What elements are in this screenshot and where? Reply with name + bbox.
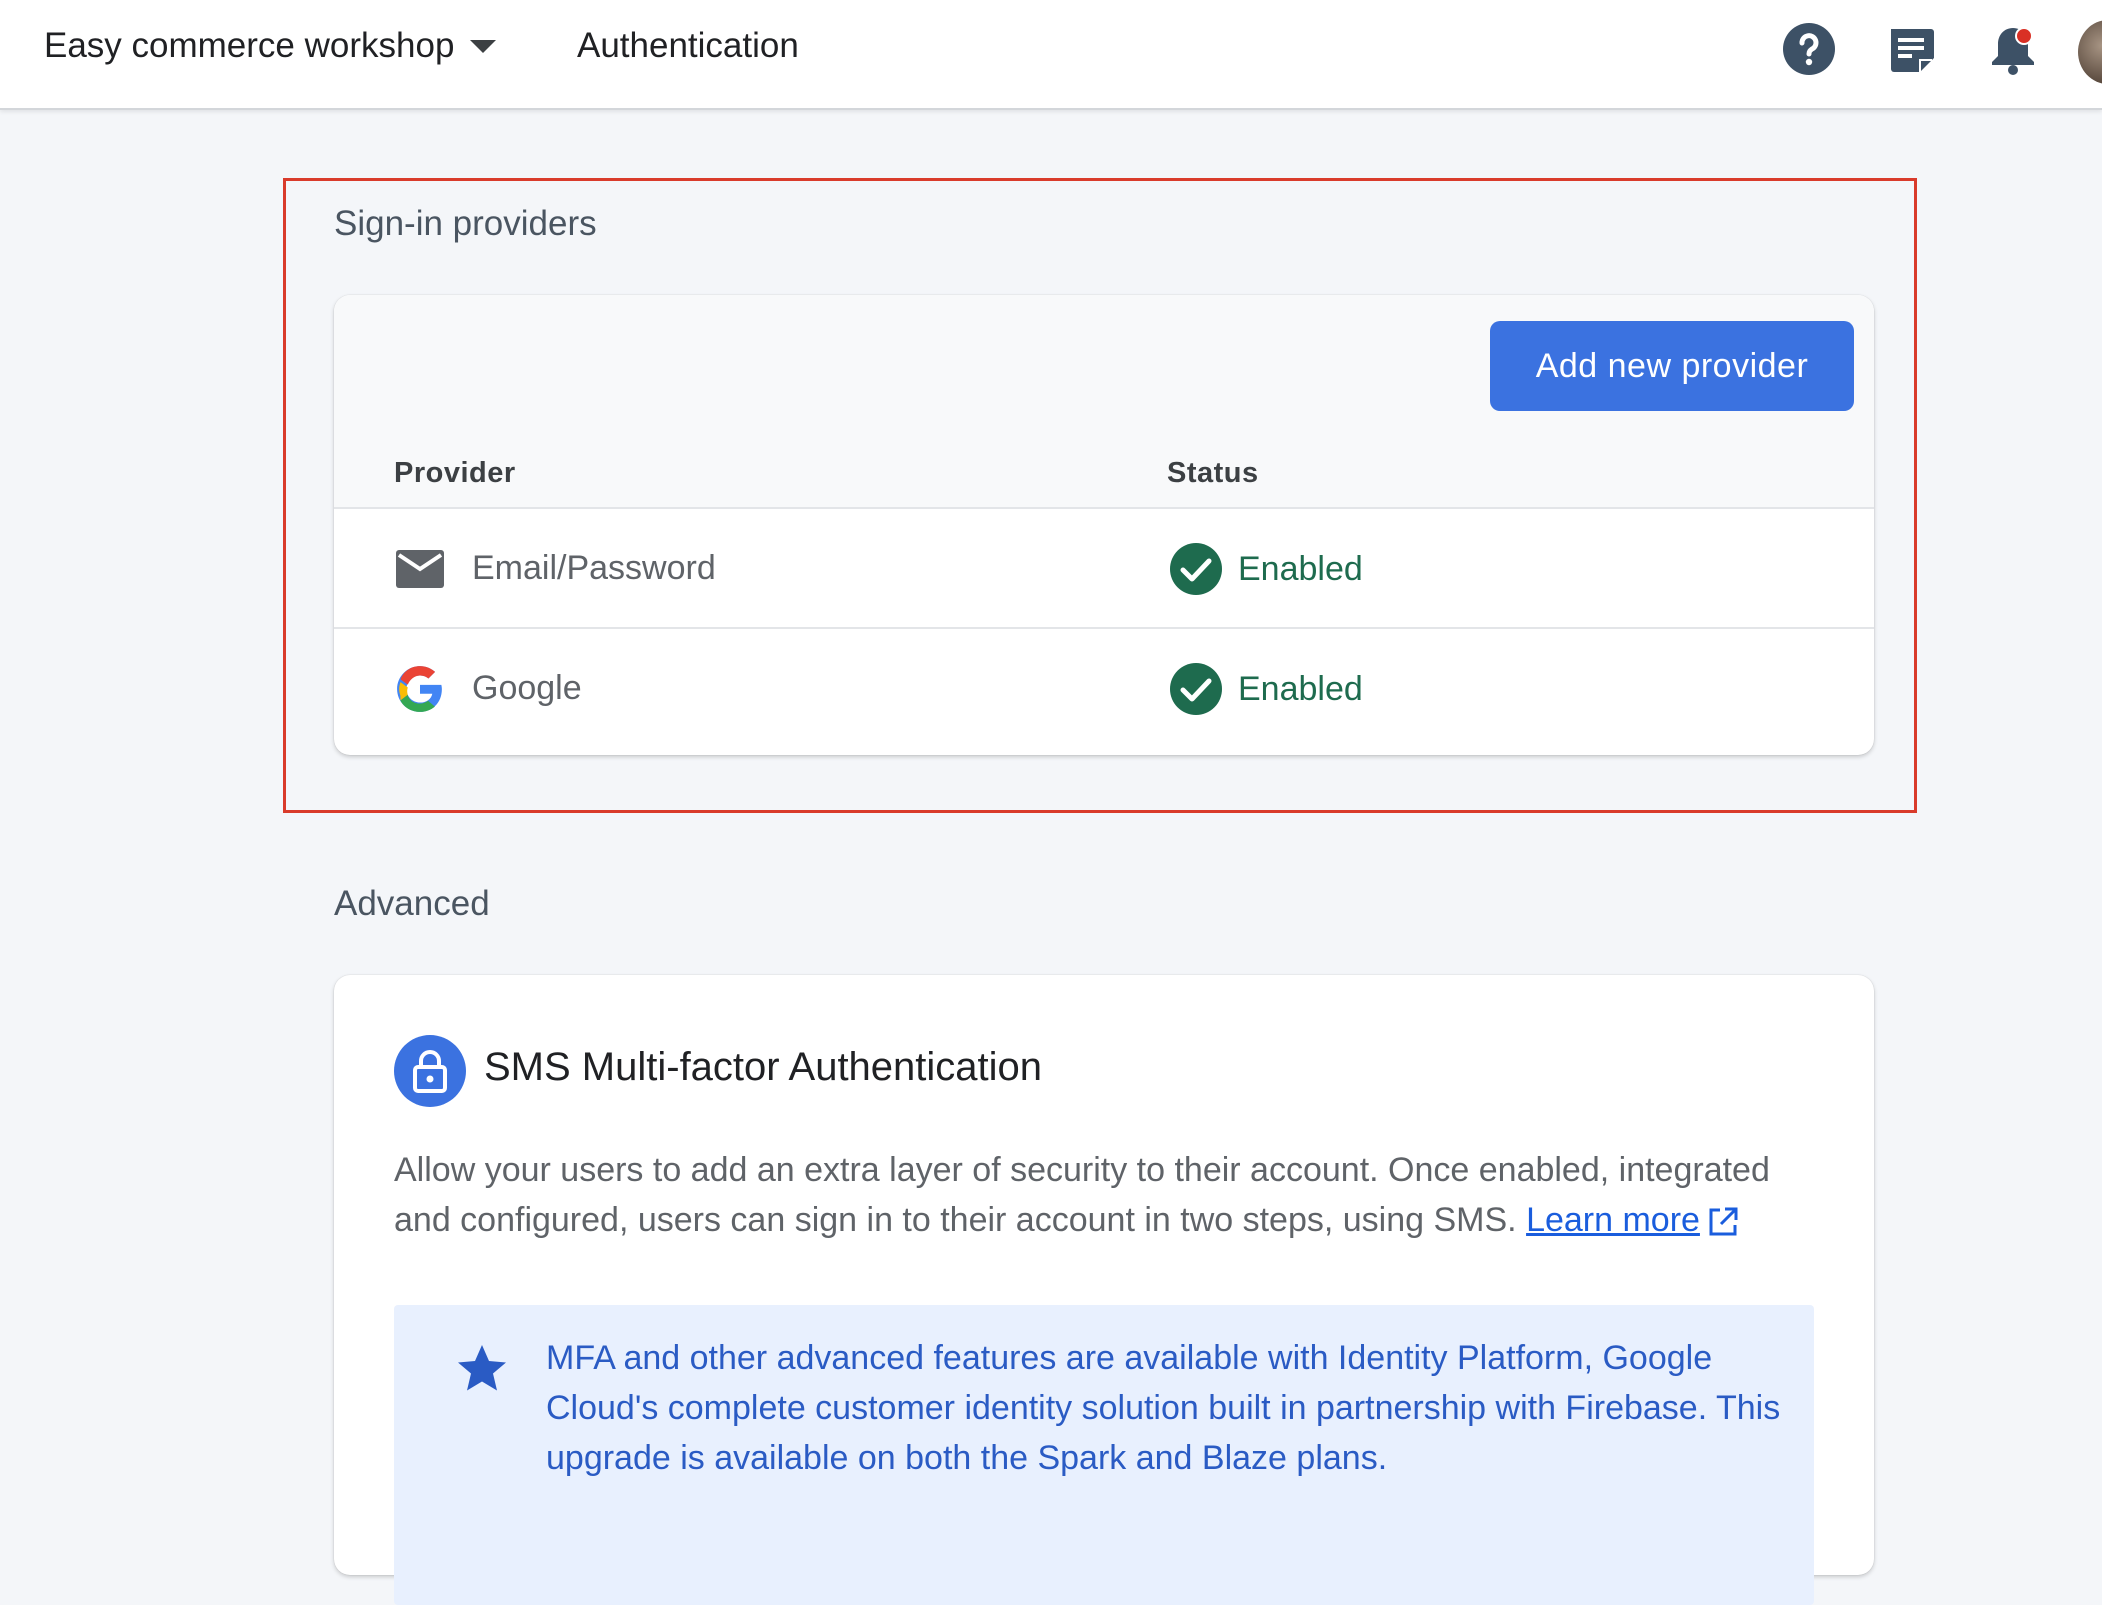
- provider-name: Google: [472, 669, 582, 707]
- chevron-down-icon: [470, 39, 497, 53]
- top-actions: [1782, 22, 2040, 76]
- advanced-title: Advanced: [334, 884, 490, 923]
- notifications-icon[interactable]: [1986, 22, 2040, 76]
- table-header: Provider Status: [334, 435, 1874, 509]
- card-toolbar: Add new provider: [334, 295, 1874, 435]
- add-new-provider-button[interactable]: Add new provider: [1490, 321, 1854, 411]
- check-circle-icon: [1170, 663, 1222, 715]
- status-badge: Enabled: [1170, 543, 1363, 595]
- page-title: Authentication: [577, 26, 799, 65]
- mfa-description: Allow your users to add an extra layer o…: [394, 1145, 1814, 1245]
- lock-icon: [394, 1035, 466, 1107]
- provider-name: Email/Password: [472, 549, 716, 587]
- promo-text: MFA and other advanced features are avai…: [546, 1339, 1781, 1477]
- check-circle-icon: [1170, 543, 1222, 595]
- external-link-icon[interactable]: [1706, 1205, 1740, 1239]
- feedback-icon[interactable]: [1884, 22, 1938, 76]
- column-header-status: Status: [1167, 457, 1259, 489]
- google-icon: [394, 663, 446, 715]
- help-icon[interactable]: [1782, 22, 1836, 76]
- project-selector[interactable]: Easy commerce workshop: [44, 26, 497, 66]
- email-icon: [394, 543, 446, 595]
- column-header-provider: Provider: [394, 457, 516, 489]
- status-text: Enabled: [1238, 549, 1363, 588]
- mfa-title: SMS Multi-factor Authentication: [484, 1045, 1043, 1089]
- top-app-bar: Easy commerce workshop Authentication: [0, 0, 2102, 110]
- sign-in-providers-title: Sign-in providers: [334, 204, 597, 243]
- status-badge: Enabled: [1170, 663, 1363, 715]
- table-row[interactable]: Google Enabled: [334, 629, 1874, 749]
- star-icon: [458, 1345, 506, 1391]
- providers-card: Add new provider Provider Status Email/P…: [334, 295, 1874, 755]
- mfa-card: SMS Multi-factor Authentication Allow yo…: [334, 975, 1874, 1605]
- table-row[interactable]: Email/Password Enabled: [334, 509, 1874, 629]
- learn-more-label: Learn more: [1526, 1201, 1700, 1239]
- learn-more-link[interactable]: Learn more: [1526, 1201, 1700, 1239]
- status-text: Enabled: [1238, 669, 1363, 708]
- upgrade-promo-banner: MFA and other advanced features are avai…: [394, 1305, 1814, 1605]
- avatar[interactable]: [2078, 20, 2102, 84]
- project-name: Easy commerce workshop: [44, 26, 455, 65]
